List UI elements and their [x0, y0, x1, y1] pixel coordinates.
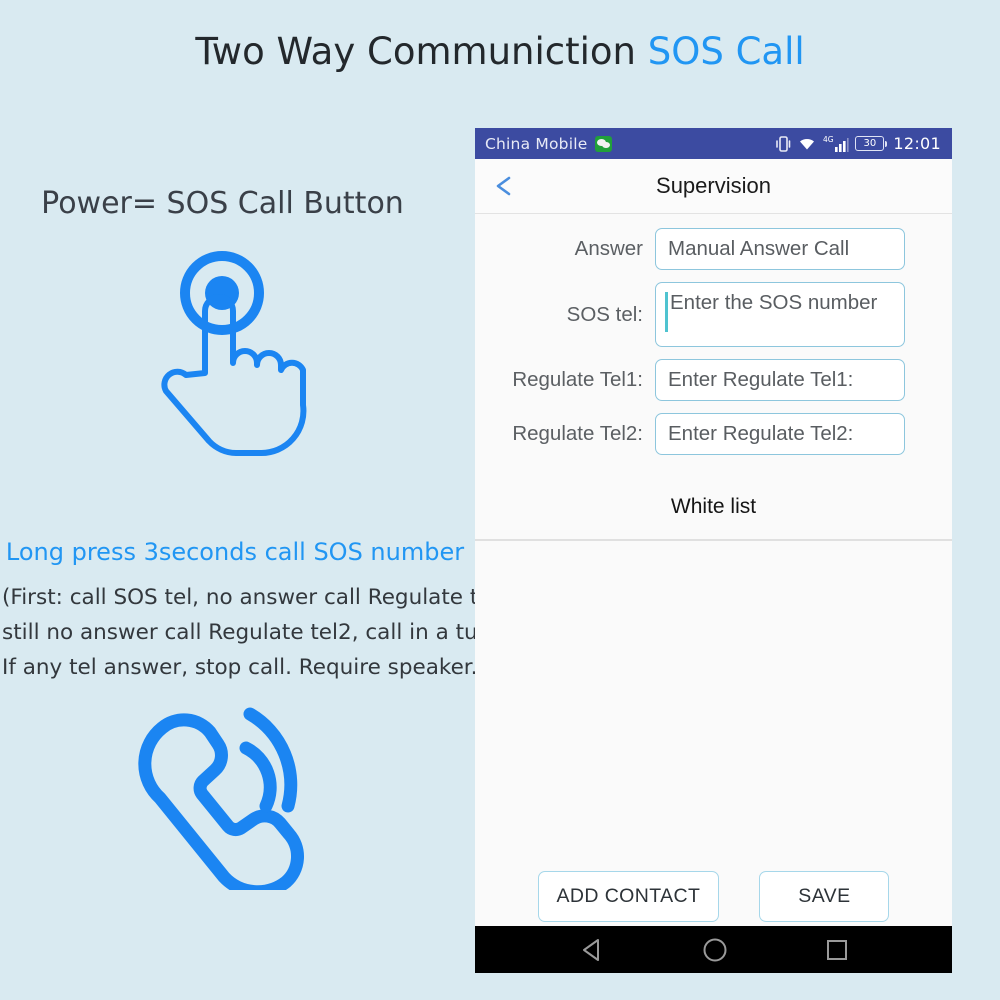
answer-label: Answer [574, 237, 643, 260]
phone-screenshot-panel: China Mobile 4G 30 12:01 Supervision Ans… [475, 128, 952, 973]
action-button-row: ADD CONTACT SAVE [475, 863, 952, 922]
android-recents-icon[interactable] [824, 937, 850, 963]
form-row-regulate-tel1: Regulate Tel1: Enter Regulate Tel1: [475, 359, 905, 401]
power-button-label: Power= SOS Call Button [41, 186, 404, 221]
supervision-form: Answer Manual Answer Call SOS tel: Enter… [475, 214, 952, 473]
form-row-sos-tel: SOS tel: Enter the SOS number [475, 282, 905, 347]
vibrate-icon [776, 135, 791, 152]
back-chevron-icon[interactable] [489, 171, 519, 201]
status-bar: China Mobile 4G 30 12:01 [475, 128, 952, 159]
regulate-tel2-label: Regulate Tel2: [512, 422, 643, 445]
page-title: Two Way Communiction SOS Call [0, 30, 1000, 73]
note-line: (First: call SOS tel, no answer call Reg… [2, 585, 476, 610]
form-row-regulate-tel2: Regulate Tel2: Enter Regulate Tel2: [475, 413, 905, 455]
android-home-icon[interactable] [701, 936, 729, 964]
regulate-tel2-field[interactable]: Enter Regulate Tel2: [655, 413, 905, 455]
carrier-label: China Mobile [485, 134, 588, 153]
page-heading: Supervision [656, 173, 771, 198]
signal-bars-icon: 4G [823, 135, 849, 152]
add-contact-button[interactable]: ADD CONTACT [537, 871, 720, 922]
form-row-answer: Answer Manual Answer Call [475, 228, 905, 270]
white-list-area [475, 541, 952, 863]
sos-tel-label: SOS tel: [566, 302, 643, 326]
wifi-icon [800, 138, 815, 150]
clock: 12:01 [893, 134, 941, 153]
note-line: If any tel answer, stop call. Require sp… [2, 655, 476, 680]
wechat-icon [595, 135, 613, 152]
page-title-accent: SOS Call [647, 30, 805, 73]
note-line: still no answer call Regulate tel2, call… [2, 620, 476, 645]
text-caret [665, 292, 668, 332]
regulate-tel1-label: Regulate Tel1: [512, 368, 643, 391]
answer-field[interactable]: Manual Answer Call [655, 228, 905, 270]
sos-tel-field[interactable]: Enter the SOS number [655, 282, 905, 347]
save-button[interactable]: SAVE [759, 871, 890, 922]
svg-text:4G: 4G [823, 135, 834, 144]
long-press-instruction: Long press 3seconds call SOS number [5, 538, 465, 566]
tap-gesture-icon [150, 245, 330, 465]
explanation-panel: Power= SOS Call Button Long press 3secon… [0, 120, 478, 1000]
phone-ringing-icon [120, 700, 320, 899]
call-sequence-note: (First: call SOS tel, no answer call Reg… [2, 580, 476, 685]
android-nav-bar [475, 926, 952, 973]
status-bar-icons: 4G 30 12:01 [775, 134, 941, 153]
regulate-tel1-field[interactable]: Enter Regulate Tel1: [655, 359, 905, 401]
sos-tel-placeholder: Enter the SOS number [670, 291, 878, 314]
white-list-heading: White list [670, 495, 757, 518]
app-bar: Supervision [475, 159, 952, 214]
battery-level: 30 [863, 137, 877, 149]
android-back-icon[interactable] [577, 937, 607, 963]
page-title-main: Two Way Communiction [195, 30, 648, 73]
battery-icon: 30 [855, 136, 888, 151]
